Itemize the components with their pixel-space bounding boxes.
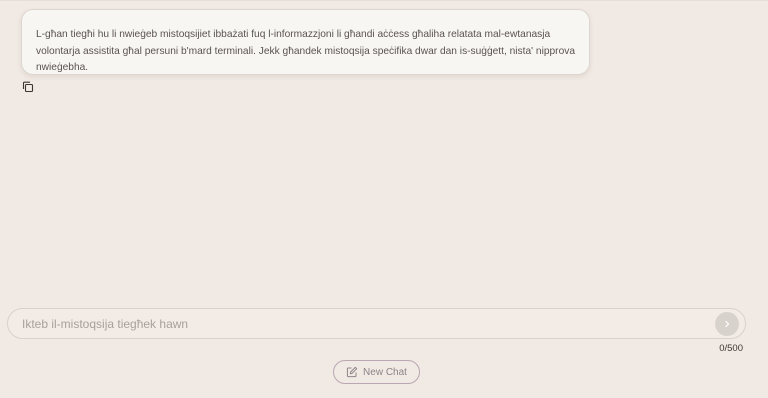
chat-input[interactable] [22, 314, 702, 334]
copy-icon [22, 81, 34, 93]
pencil-square-icon [346, 366, 358, 378]
new-chat-label: New Chat [363, 366, 407, 378]
copy-message-button[interactable] [21, 80, 35, 94]
send-button[interactable] [715, 312, 739, 336]
chat-input-bar [7, 308, 746, 339]
top-divider [0, 0, 768, 1]
assistant-message-bubble: L-għan tiegħi hu li nwieġeb mistoqsijiet… [21, 9, 590, 75]
new-chat-button[interactable]: New Chat [333, 360, 420, 384]
assistant-message-text: L-għan tiegħi hu li nwieġeb mistoqsijiet… [36, 29, 576, 73]
character-counter: 0/500 [719, 343, 743, 354]
chevron-right-icon [725, 320, 730, 328]
